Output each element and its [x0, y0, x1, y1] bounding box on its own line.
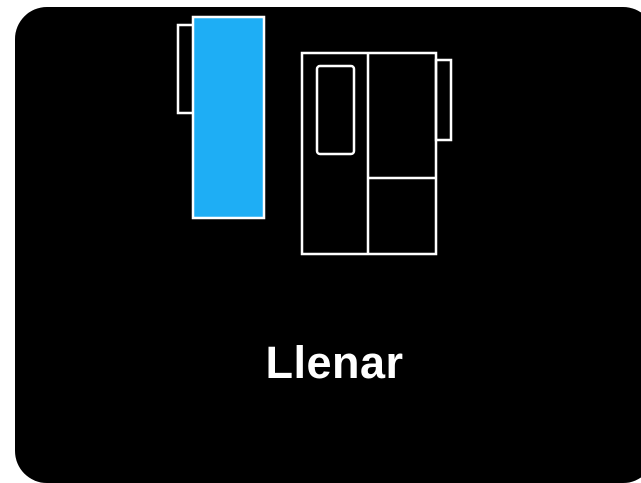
fridge-side-handle: [434, 58, 453, 142]
fridge-dispenser: [315, 64, 356, 156]
refrigerator-icon: [300, 51, 453, 256]
fill-illustration: [176, 15, 453, 256]
pitcher-icon: [176, 15, 266, 220]
display-screen: Llenar: [0, 0, 641, 483]
pitcher-body: [191, 15, 266, 220]
mode-label: Llenar: [265, 337, 404, 388]
pitcher-handle: [176, 23, 196, 115]
